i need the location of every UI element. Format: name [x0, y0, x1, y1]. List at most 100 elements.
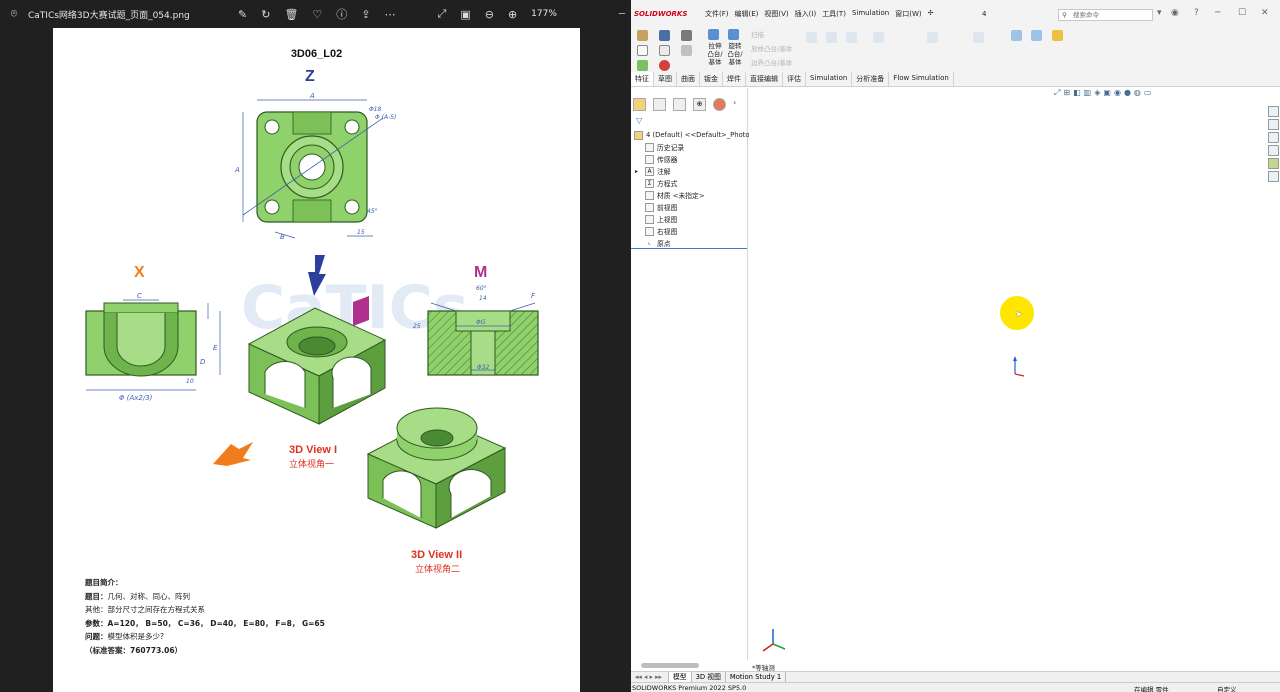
previous-view-icon[interactable]: ◧ — [1073, 88, 1084, 97]
fit-icon[interactable]: ▣ — [460, 8, 470, 21]
instant3d-icon[interactable] — [1052, 30, 1063, 41]
file-explorer-icon[interactable] — [1268, 132, 1279, 143]
tab-3d-views[interactable]: 3D 视图 — [692, 672, 726, 682]
tab-weldments[interactable]: 焊件 — [723, 72, 746, 86]
select-icon[interactable] — [637, 60, 648, 71]
pin-icon[interactable]: ✢ — [927, 9, 935, 19]
new-document-icon[interactable] — [637, 45, 648, 56]
tree-item-sensors[interactable]: 传感器 — [634, 153, 750, 165]
loft-boss-button[interactable]: 放样凸台/基体 — [751, 45, 792, 53]
extrude-boss-icon[interactable] — [708, 29, 719, 40]
horizontal-scrollbar[interactable] — [641, 663, 699, 668]
tree-item-equations[interactable]: Σ 方程式 — [634, 177, 750, 189]
favorite-icon[interactable]: ♡ — [312, 8, 322, 21]
custom-properties-icon[interactable] — [1268, 171, 1279, 182]
view-settings-icon[interactable]: ▭ — [1144, 88, 1155, 97]
menu-simulation[interactable]: Simulation — [851, 9, 890, 19]
search-commands[interactable]: ⚲ 搜索命令 — [1058, 9, 1153, 21]
scenes-icon[interactable]: ◍ — [1134, 88, 1144, 97]
status-units[interactable]: 自定义 — [1217, 684, 1237, 692]
tree-item-history[interactable]: 历史记录 — [634, 141, 750, 153]
tree-root[interactable]: 4 (Default) <<Default>_Photo — [634, 129, 750, 141]
tab-flow-simulation[interactable]: Flow Simulation — [889, 72, 954, 86]
close-icon[interactable]: ✕ — [1261, 8, 1269, 18]
menu-tools[interactable]: 工具(T) — [821, 9, 847, 19]
revolve-boss-button[interactable]: 旋转 凸台/ 基体 — [723, 42, 747, 66]
heads-up-view-toolbar[interactable]: ⤢⊞◧▥◈▣◉●◍▭ — [1054, 88, 1154, 98]
pattern-icon[interactable] — [927, 32, 938, 43]
zoom-in-icon[interactable]: ⊕ — [508, 8, 517, 21]
menu-insert[interactable]: 插入(I) — [794, 9, 818, 19]
design-library-icon[interactable] — [1268, 119, 1279, 130]
tree-item-right-plane[interactable]: 右视图 — [634, 225, 750, 237]
help-icon[interactable]: ? — [1194, 8, 1199, 18]
reference-geometry-icon[interactable] — [1011, 30, 1022, 41]
edit-icon[interactable]: ✎ — [238, 8, 247, 21]
tab-model[interactable]: 模型 — [669, 672, 692, 682]
expand-arrow-icon[interactable]: ▸ — [635, 168, 645, 175]
traffic-light-icon[interactable] — [659, 60, 670, 71]
user-icon[interactable]: ◉ — [1171, 8, 1179, 18]
save-icon[interactable] — [659, 30, 670, 41]
cut-extrude-icon[interactable] — [806, 32, 817, 43]
menu-window[interactable]: 窗口(W) — [894, 9, 922, 19]
dimxpert-tab-icon[interactable]: ⊕ — [693, 98, 706, 111]
tab-simulation[interactable]: Simulation — [806, 72, 853, 86]
hole-wizard-icon[interactable] — [826, 32, 837, 43]
rotate-icon[interactable]: ↻ — [261, 8, 270, 21]
sweep-button[interactable]: 扫描 — [751, 31, 764, 39]
revolve-boss-icon[interactable] — [728, 29, 739, 40]
settings-gear-icon[interactable] — [681, 45, 692, 56]
tab-analysis-prep[interactable]: 分析准备 — [852, 72, 890, 86]
maximize-icon[interactable]: ☐ — [1238, 8, 1246, 18]
tab-evaluate[interactable]: 评估 — [783, 72, 806, 86]
home-icon[interactable] — [637, 30, 648, 41]
appearances-icon[interactable] — [1268, 158, 1279, 169]
info-icon[interactable]: ⓘ — [336, 6, 347, 22]
zoom-to-fit-icon[interactable]: ⤢ — [1054, 88, 1063, 97]
menu-file[interactable]: 文件(F) — [704, 9, 730, 19]
display-style-icon[interactable]: ▣ — [1103, 88, 1114, 97]
tab-features[interactable]: 特征 — [631, 72, 654, 86]
share-icon[interactable]: ⇪ — [361, 8, 370, 21]
fillet-icon[interactable] — [873, 32, 884, 43]
zoom-area-icon[interactable]: ⊞ — [1063, 88, 1073, 97]
edit-appearance-icon[interactable]: ● — [1124, 88, 1134, 97]
more-icon[interactable]: ⋯ — [385, 8, 396, 21]
view-palette-icon[interactable] — [1268, 145, 1279, 156]
filter-icon[interactable]: ▽ — [636, 116, 642, 125]
resources-icon[interactable] — [1268, 106, 1279, 117]
tab-surfaces[interactable]: 曲面 — [677, 72, 700, 86]
minimize-icon[interactable]: ─ — [1215, 8, 1220, 18]
rib-icon[interactable] — [973, 32, 984, 43]
rollback-bar[interactable] — [631, 248, 747, 249]
fullscreen-icon[interactable]: ⤢ — [438, 7, 447, 21]
configuration-tab-icon[interactable] — [673, 98, 686, 111]
feature-tree-tab-icon[interactable] — [633, 98, 646, 111]
tree-item-front-plane[interactable]: 前视图 — [634, 201, 750, 213]
tab-sheet-metal[interactable]: 钣金 — [700, 72, 723, 86]
tab-direct-editing[interactable]: 直接编辑 — [746, 72, 783, 86]
tab-nav-arrows[interactable]: ◂◂ ◂ ▸ ▸▸ — [631, 672, 669, 682]
tree-item-top-plane[interactable]: 上视图 — [634, 213, 750, 225]
undo-icon[interactable] — [659, 45, 670, 56]
appearance-tab-icon[interactable] — [713, 98, 726, 111]
options-icon[interactable] — [681, 30, 692, 41]
tab-motion-study[interactable]: Motion Study 1 — [726, 672, 787, 682]
revolve-cut-icon[interactable] — [846, 32, 857, 43]
boundary-boss-button[interactable]: 边界凸台/基体 — [751, 59, 792, 67]
delete-icon[interactable]: 🗑 — [284, 8, 298, 21]
curves-icon[interactable] — [1031, 30, 1042, 41]
zoom-out-icon[interactable]: ⊖ — [485, 8, 494, 21]
hide-show-icon[interactable]: ◉ — [1114, 88, 1124, 97]
minimize-icon[interactable]: ─ — [619, 9, 625, 20]
menu-view[interactable]: 视图(V) — [763, 9, 789, 19]
tab-sketch[interactable]: 草图 — [654, 72, 677, 86]
search-dropdown-icon[interactable]: ▾ — [1157, 8, 1162, 18]
property-manager-tab-icon[interactable] — [653, 98, 666, 111]
tree-item-annotations[interactable]: ▸ A 注解 — [634, 165, 750, 177]
chevron-right-icon[interactable]: › — [733, 98, 736, 111]
section-view-icon[interactable]: ▥ — [1084, 88, 1095, 97]
graphics-area[interactable]: ⤢⊞◧▥◈▣◉●◍▭ ➤ *等轴测 — [749, 88, 1280, 672]
menu-edit[interactable]: 编辑(E) — [734, 9, 760, 19]
